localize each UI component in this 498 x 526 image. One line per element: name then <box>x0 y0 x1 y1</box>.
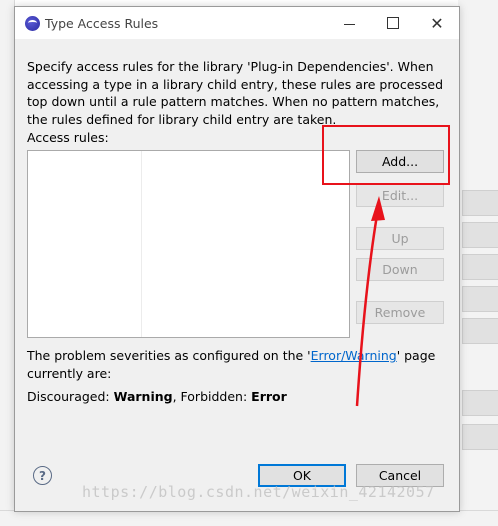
annotation-arrow <box>355 196 385 407</box>
